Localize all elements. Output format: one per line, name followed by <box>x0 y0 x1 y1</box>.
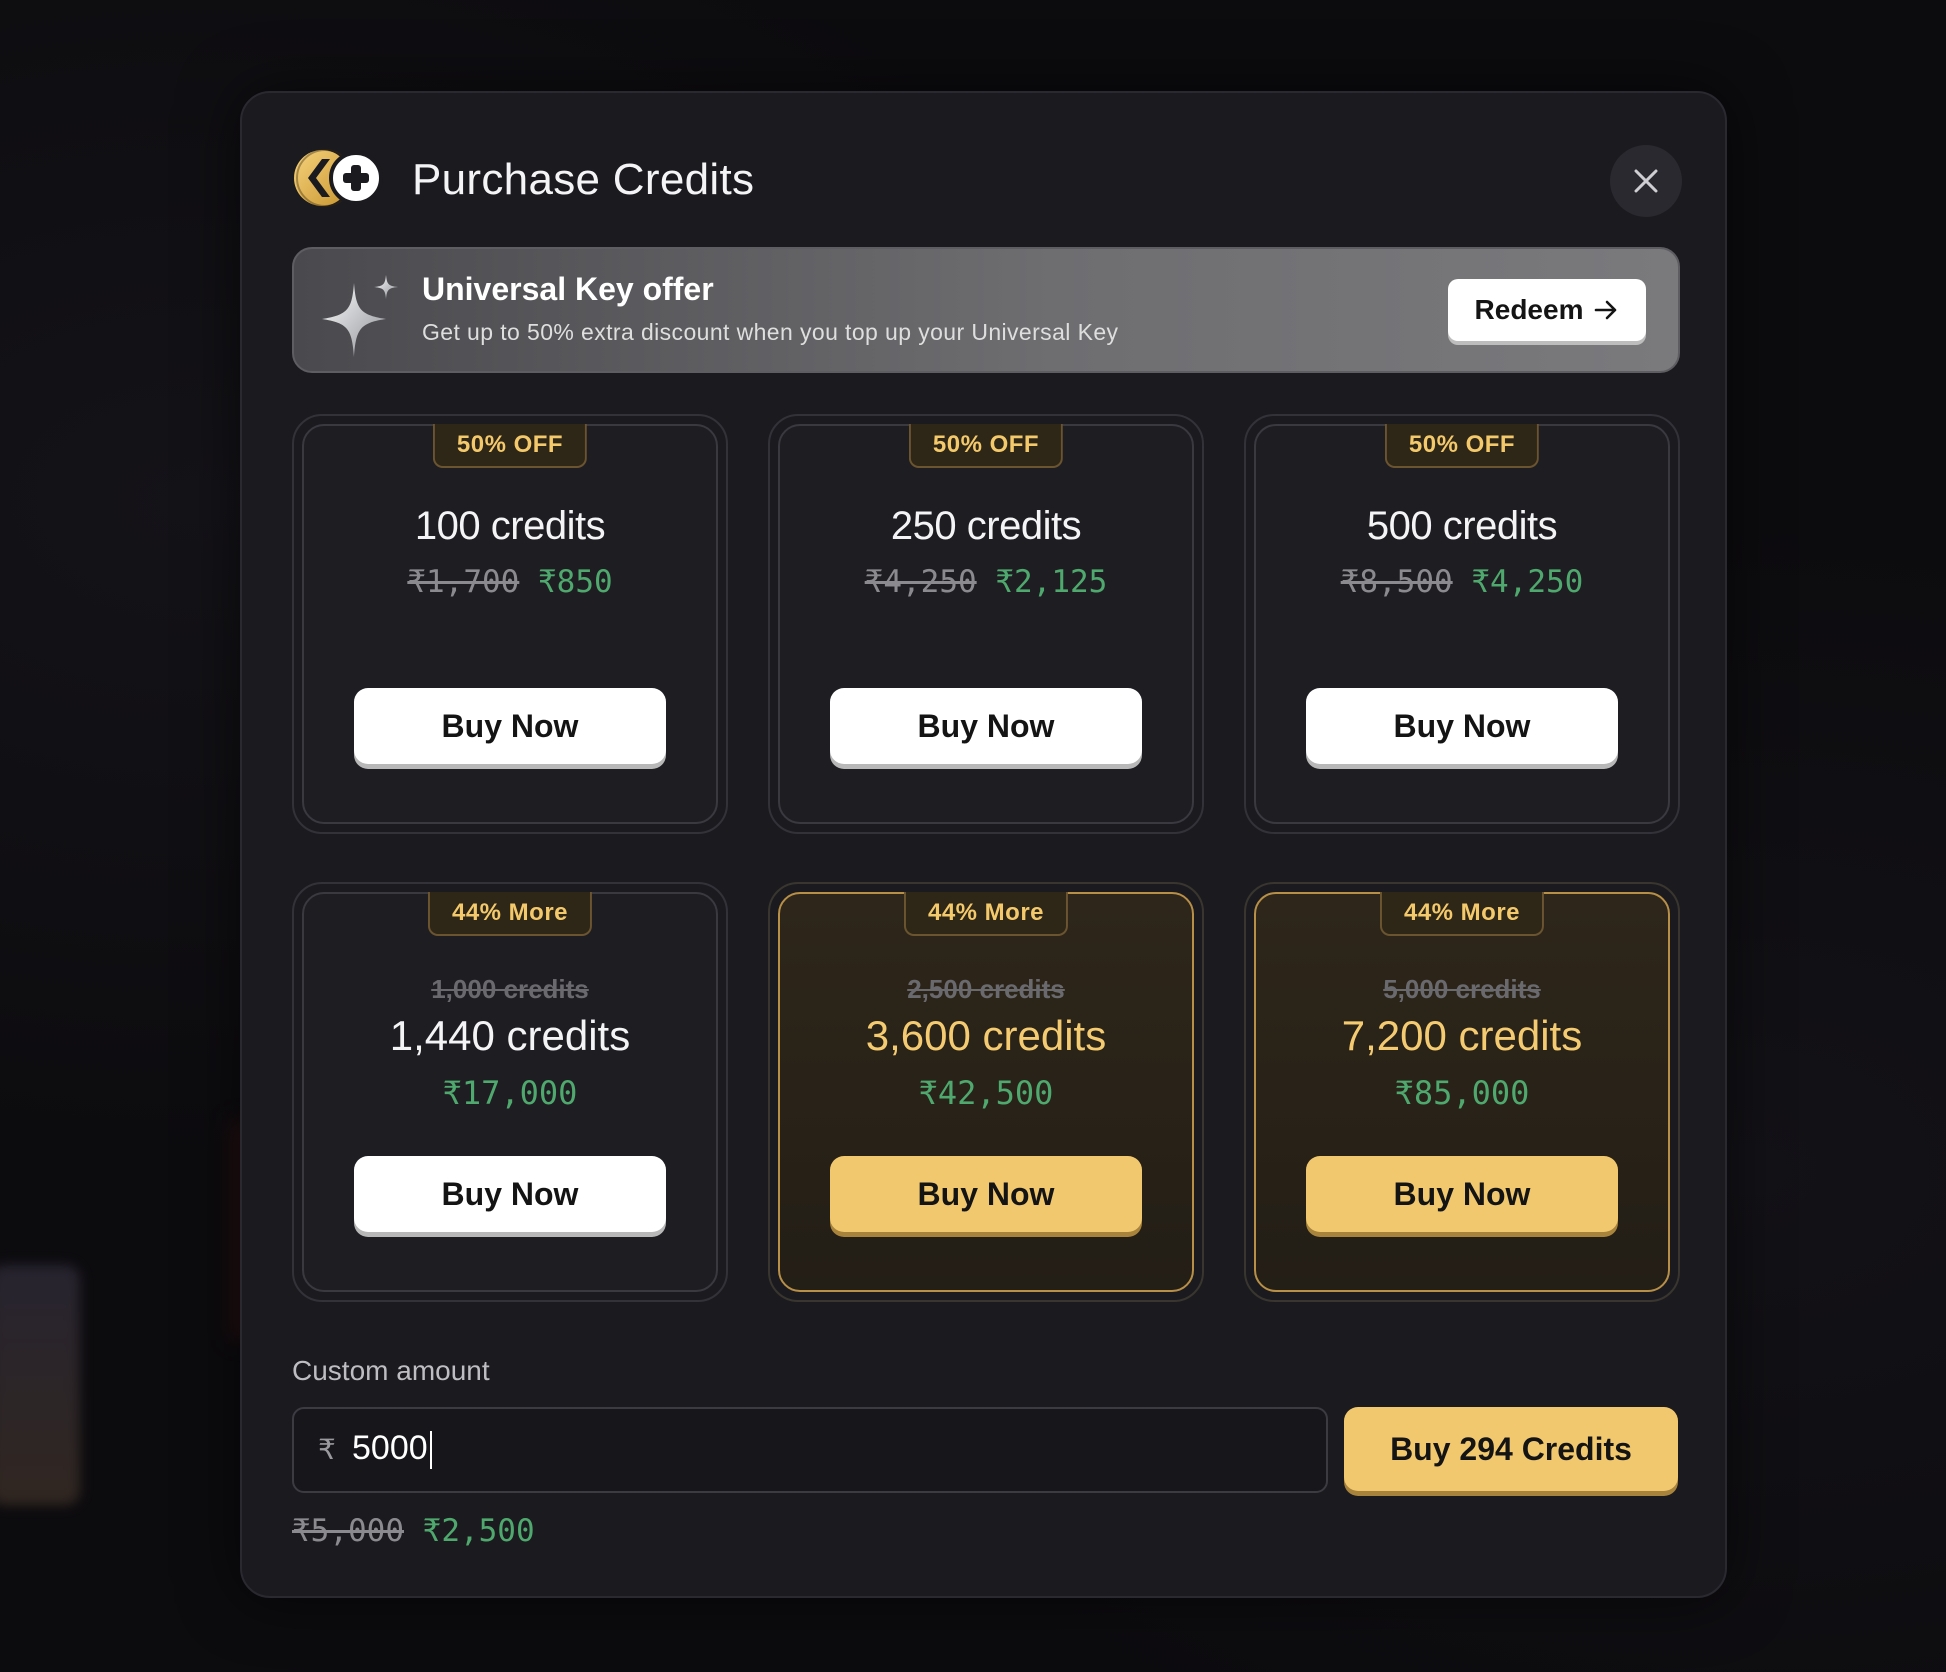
card-inner: 44% More 2,500 credits 3,600 credits ₹42… <box>778 892 1194 1292</box>
old-price: ₹8,500 <box>1340 564 1453 600</box>
banner-title: Universal Key offer <box>422 271 714 307</box>
custom-amount-label: Custom amount <box>292 1355 490 1386</box>
old-credits: 2,500 credits <box>907 974 1065 1004</box>
old-price: ₹4,250 <box>864 564 977 600</box>
new-price: ₹2,125 <box>995 564 1108 600</box>
arrow-right-icon <box>1595 300 1617 320</box>
pack-price: ₹1,700 ₹850 <box>304 564 716 600</box>
modal-header: Purchase Credits <box>292 145 1682 217</box>
card-inner: 50% OFF 100 credits ₹1,700 ₹850 Buy Now <box>302 424 718 824</box>
custom-amount-input[interactable]: ₹ 5000 <box>292 1407 1328 1493</box>
pack-credits: 250 credits <box>890 504 1082 548</box>
old-credits: 5,000 credits <box>1383 974 1541 1004</box>
buy-custom-credits-button[interactable]: Buy 294 Credits <box>1344 1407 1678 1491</box>
new-price: ₹4,250 <box>1471 564 1584 600</box>
redeem-label: Redeem <box>1474 294 1584 325</box>
pack-price: ₹85,000 <box>1394 1074 1530 1112</box>
new-price: ₹850 <box>538 564 613 600</box>
background-thumbnail <box>0 1265 80 1505</box>
pack-credits: 100 credits <box>414 504 606 548</box>
buy-now-button[interactable]: Buy Now <box>830 1156 1142 1232</box>
card-inner: 50% OFF 250 credits ₹4,250 ₹2,125 Buy No… <box>778 424 1194 824</box>
buy-now-button[interactable]: Buy Now <box>1306 1156 1618 1232</box>
pack-price: ₹8,500 ₹4,250 <box>1256 564 1668 600</box>
custom-price: ₹5,000 ₹2,500 <box>292 1513 535 1549</box>
discount-badge: 50% OFF <box>908 424 1064 468</box>
banner-subtitle: Get up to 50% extra discount when you to… <box>422 319 1119 345</box>
redeem-button[interactable]: Redeem <box>1448 279 1646 341</box>
pack-credits: 500 credits <box>1366 504 1558 548</box>
old-price: ₹5,000 <box>292 1513 404 1549</box>
credit-pack-card: 50% OFF 100 credits ₹1,700 ₹850 Buy Now <box>292 414 728 834</box>
sparkle-icon <box>322 275 398 357</box>
custom-amount-text: 5000 <box>352 1429 428 1467</box>
bonus-badge: 44% More <box>1379 892 1545 936</box>
text-caret <box>429 1431 432 1470</box>
modal-title: Purchase Credits <box>412 155 755 204</box>
bonus-pack-card: 44% More 1,000 credits 1,440 credits ₹17… <box>292 882 728 1302</box>
credits-logo-icon <box>294 149 383 207</box>
close-icon <box>1634 169 1658 193</box>
currency-prefix: ₹ <box>318 1434 336 1465</box>
pack-credits: 1,440 credits <box>389 1012 631 1059</box>
pack-credits: 3,600 credits <box>865 1012 1107 1059</box>
discount-badge: 50% OFF <box>1384 424 1540 468</box>
buy-now-button[interactable]: Buy Now <box>354 688 666 764</box>
bonus-badge: 44% More <box>903 892 1069 936</box>
old-price: ₹1,700 <box>407 564 520 600</box>
custom-amount-value: 5000 <box>352 1429 432 1470</box>
bonus-pack-card: 44% More 2,500 credits 3,600 credits ₹42… <box>768 882 1204 1302</box>
credit-pack-card: 50% OFF 500 credits ₹8,500 ₹4,250 Buy No… <box>1244 414 1680 834</box>
close-button[interactable] <box>1610 145 1682 217</box>
buy-now-button[interactable]: Buy Now <box>830 688 1142 764</box>
card-inner: 44% More 1,000 credits 1,440 credits ₹17… <box>302 892 718 1292</box>
pack-price: ₹4,250 ₹2,125 <box>780 564 1192 600</box>
old-credits: 1,000 credits <box>431 974 589 1004</box>
purchase-credits-modal: Purchase Credits Universal Key offer Get… <box>240 91 1727 1598</box>
card-inner: 44% More 5,000 credits 7,200 credits ₹85… <box>1254 892 1670 1292</box>
credit-pack-card: 50% OFF 250 credits ₹4,250 ₹2,125 Buy No… <box>768 414 1204 834</box>
card-inner: 50% OFF 500 credits ₹8,500 ₹4,250 Buy No… <box>1254 424 1670 824</box>
buy-now-button[interactable]: Buy Now <box>354 1156 666 1232</box>
pack-credits: 7,200 credits <box>1341 1012 1583 1059</box>
universal-key-banner: Universal Key offer Get up to 50% extra … <box>292 247 1680 373</box>
buy-now-button[interactable]: Buy Now <box>1306 688 1618 764</box>
pack-price: ₹42,500 <box>918 1074 1054 1112</box>
new-price: ₹2,500 <box>422 1513 535 1549</box>
bonus-badge: 44% More <box>427 892 593 936</box>
discount-badge: 50% OFF <box>432 424 588 468</box>
pack-price: ₹17,000 <box>442 1074 578 1112</box>
bonus-pack-card: 44% More 5,000 credits 7,200 credits ₹85… <box>1244 882 1680 1302</box>
